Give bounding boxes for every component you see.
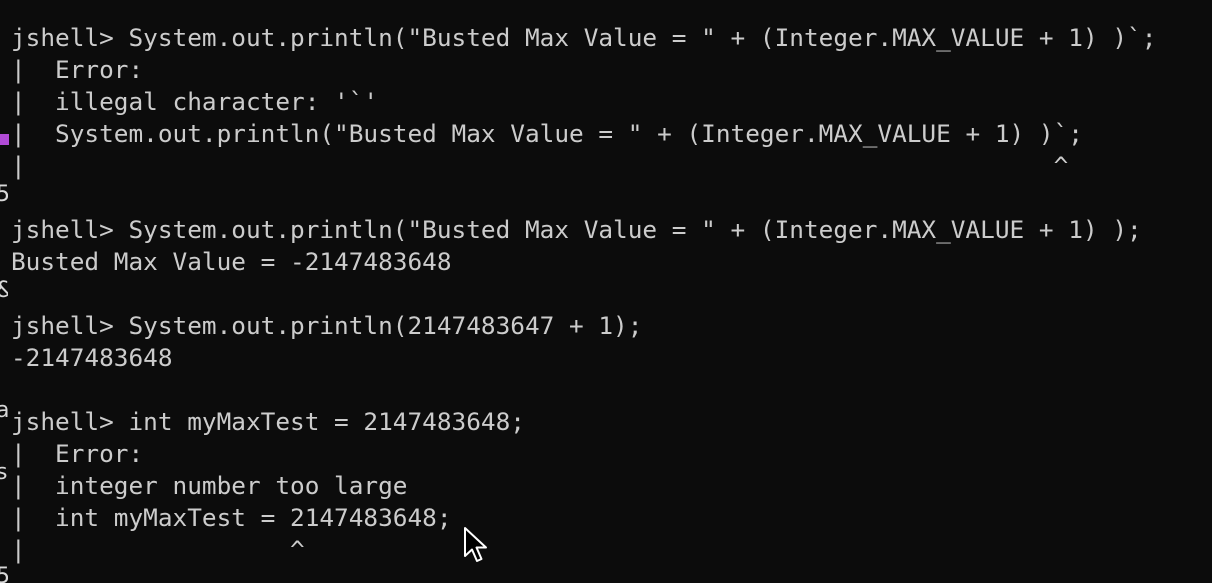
console-line: Busted Max Value = -2147483648 [11,247,452,276]
console-line: | ^ [11,151,1069,180]
console-line: -2147483648 [11,343,173,372]
edge-glyph: s [0,462,8,484]
edge-glyph: & [0,280,8,302]
console-line: jshell> System.out.println("Busted Max V… [11,215,1142,244]
console-line: | System.out.println("Busted Max Value =… [11,119,1083,148]
console-output[interactable]: jshell> System.out.println("Busted Max V… [11,22,1156,566]
console-line: | ^ [11,535,305,564]
console-line: | Error: [11,55,144,84]
terminal-window[interactable]: 5 & a s 5 jshell> System.out.println("Bu… [0,0,1212,583]
console-line: | illegal character: '`' [11,87,379,116]
console-line: | Error: [11,439,144,468]
console-line: | int myMaxTest = 2147483648; [11,503,452,532]
accent-marker [0,134,9,145]
console-line: | integer number too large [11,471,408,500]
mouse-pointer-icon [464,527,487,562]
console-line: jshell> int myMaxTest = 2147483648; [11,407,525,436]
edge-glyph: a [0,400,8,422]
console-line: jshell> System.out.println("Busted Max V… [11,23,1157,52]
console-line: jshell> System.out.println(2147483647 + … [11,311,643,340]
edge-glyph: 5 [0,184,8,206]
background-window-edge: 5 & a s 5 [0,0,11,583]
edge-glyph: 5 [0,566,8,583]
